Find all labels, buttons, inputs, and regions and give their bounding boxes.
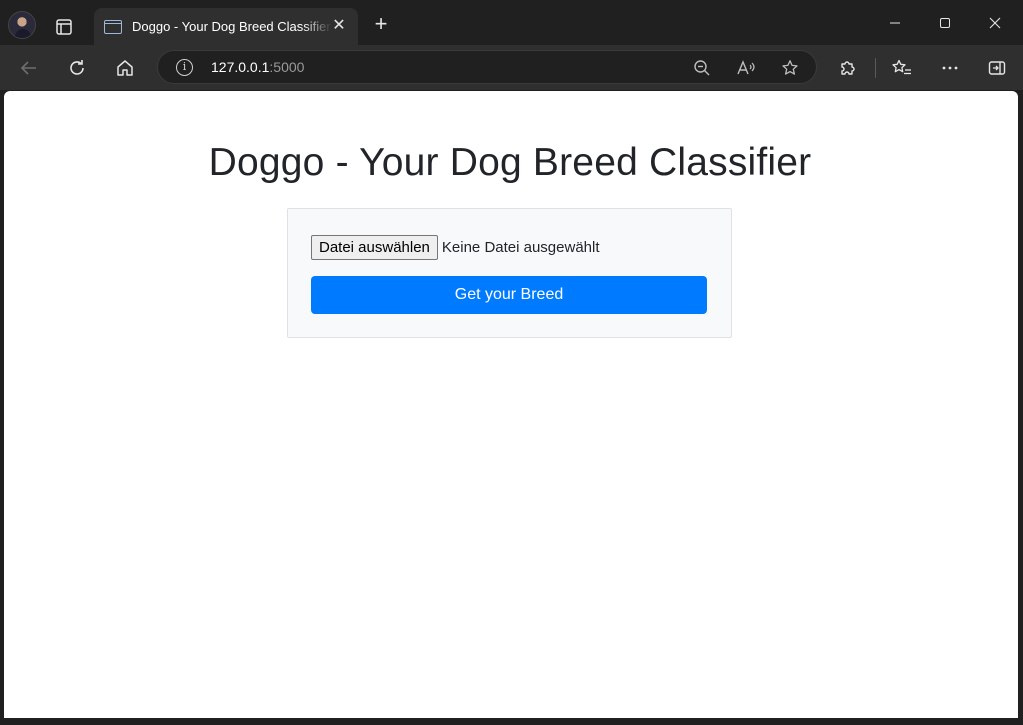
new-tab-icon[interactable]: + <box>369 13 393 37</box>
back-button[interactable] <box>15 54 43 82</box>
read-aloud-icon[interactable] <box>735 57 757 79</box>
tab-title: Doggo - Your Dog Breed Classifier <box>132 19 331 34</box>
favorite-star-icon[interactable] <box>779 57 801 79</box>
back-arrow-icon <box>20 61 36 75</box>
sidebar-toggle-button[interactable] <box>983 54 1011 82</box>
tab-close-icon[interactable]: ✕ <box>330 17 348 35</box>
maximize-icon <box>940 18 950 28</box>
minimize-button[interactable] <box>882 10 908 36</box>
close-icon <box>989 17 1001 29</box>
favorites-button[interactable] <box>888 54 916 82</box>
url-port: :5000 <box>269 59 305 75</box>
tab-strip: Doggo - Your Dog Breed Classifier ✕ + <box>0 0 1023 45</box>
favorites-list-icon <box>892 59 911 75</box>
url-host: 127.0.0.1 <box>211 59 270 75</box>
close-window-button[interactable] <box>982 10 1008 36</box>
choose-file-button[interactable]: Datei auswählen <box>311 235 438 260</box>
tab-actions-icon <box>56 19 72 35</box>
browser-toolbar: i 127.0.0.1:5000 <box>0 45 1023 90</box>
browser-window: Doggo - Your Dog Breed Classifier ✕ + i … <box>0 0 1023 725</box>
home-icon <box>117 60 133 76</box>
sidebar-exit-icon <box>988 61 1006 75</box>
page-viewport: Doggo - Your Dog Breed Classifier Datei … <box>4 91 1018 718</box>
upload-form-card: Datei auswählen Keine Datei ausgewählt G… <box>287 208 732 338</box>
minimize-icon <box>890 22 900 24</box>
address-bar[interactable]: i 127.0.0.1:5000 <box>157 50 817 84</box>
terminal-favicon-icon <box>104 19 122 34</box>
settings-more-button[interactable] <box>936 54 964 82</box>
more-dots-icon <box>942 66 958 70</box>
toolbar-divider <box>875 58 876 78</box>
home-button[interactable] <box>111 54 139 82</box>
tab-actions-button[interactable] <box>50 13 78 41</box>
tab-active[interactable]: Doggo - Your Dog Breed Classifier ✕ <box>94 8 358 45</box>
site-info-icon[interactable]: i <box>176 59 193 76</box>
url-text[interactable]: 127.0.0.1:5000 <box>211 59 304 75</box>
get-breed-button[interactable]: Get your Breed <box>311 276 707 314</box>
extensions-button[interactable] <box>834 54 862 82</box>
reload-icon <box>70 60 84 75</box>
file-input[interactable]: Datei auswählen Keine Datei ausgewählt <box>311 235 600 260</box>
reload-button[interactable] <box>63 54 91 82</box>
profile-avatar[interactable] <box>8 11 36 39</box>
file-status-text: Keine Datei ausgewählt <box>441 239 600 256</box>
page-title: Doggo - Your Dog Breed Classifier <box>208 141 812 184</box>
zoom-out-icon[interactable] <box>691 57 713 79</box>
maximize-button[interactable] <box>932 10 958 36</box>
puzzle-icon <box>841 61 855 75</box>
